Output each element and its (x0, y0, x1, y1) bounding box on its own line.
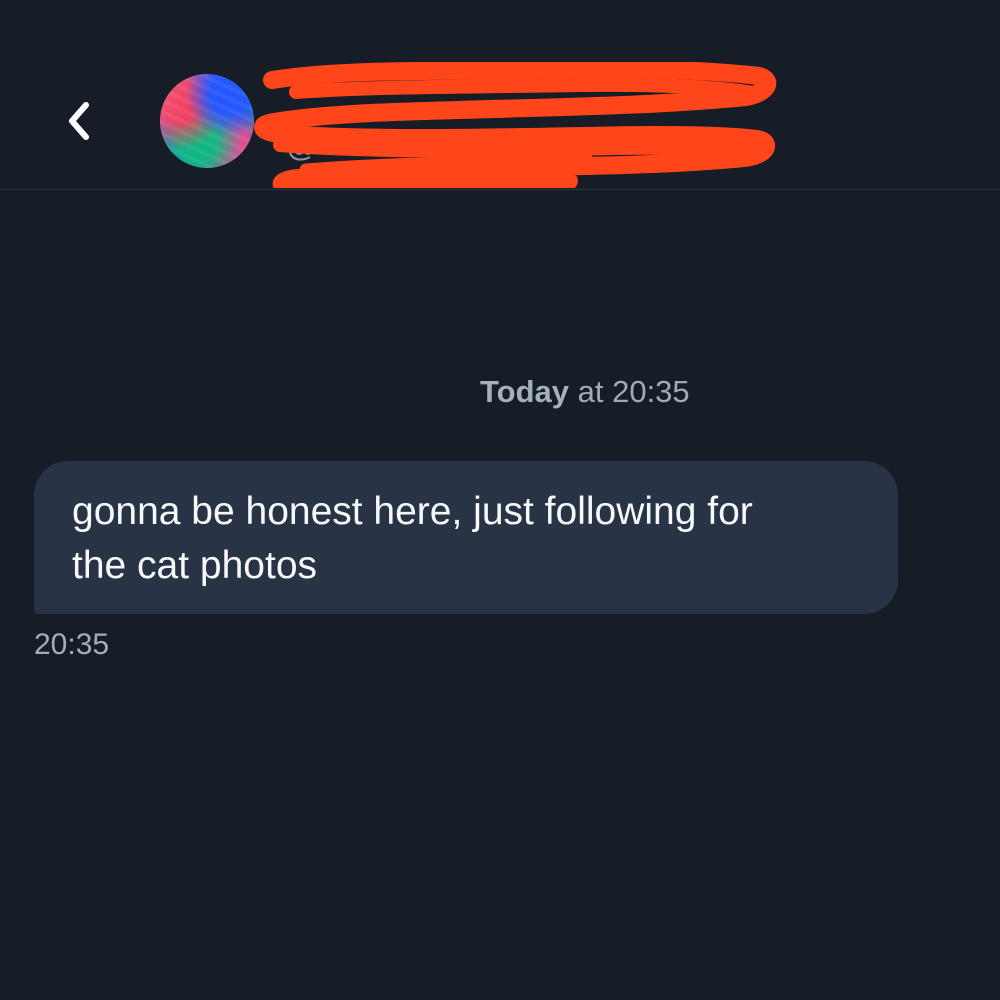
account-handle: @ (286, 128, 318, 163)
message-text: gonna be honest here, just following for… (72, 490, 753, 587)
conversation-header: @ (0, 0, 1000, 190)
display-name (286, 70, 756, 124)
date-divider-time: at 20:35 (577, 374, 690, 409)
profile-identity[interactable]: @ (286, 70, 756, 180)
avatar[interactable] (160, 74, 254, 168)
message-thread[interactable]: Today at 20:35 gonna be honest here, jus… (0, 191, 1000, 1000)
date-divider-day: Today (480, 374, 569, 409)
message-bubble[interactable]: gonna be honest here, just following for… (34, 461, 898, 614)
chevron-left-icon (69, 102, 89, 140)
back-button[interactable] (54, 92, 102, 150)
direct-message-screen: @ Today at 20:35 gonna be honest here, j… (0, 0, 1000, 1000)
message-time: 20:35 (34, 628, 110, 661)
date-divider: Today at 20:35 (480, 372, 690, 412)
